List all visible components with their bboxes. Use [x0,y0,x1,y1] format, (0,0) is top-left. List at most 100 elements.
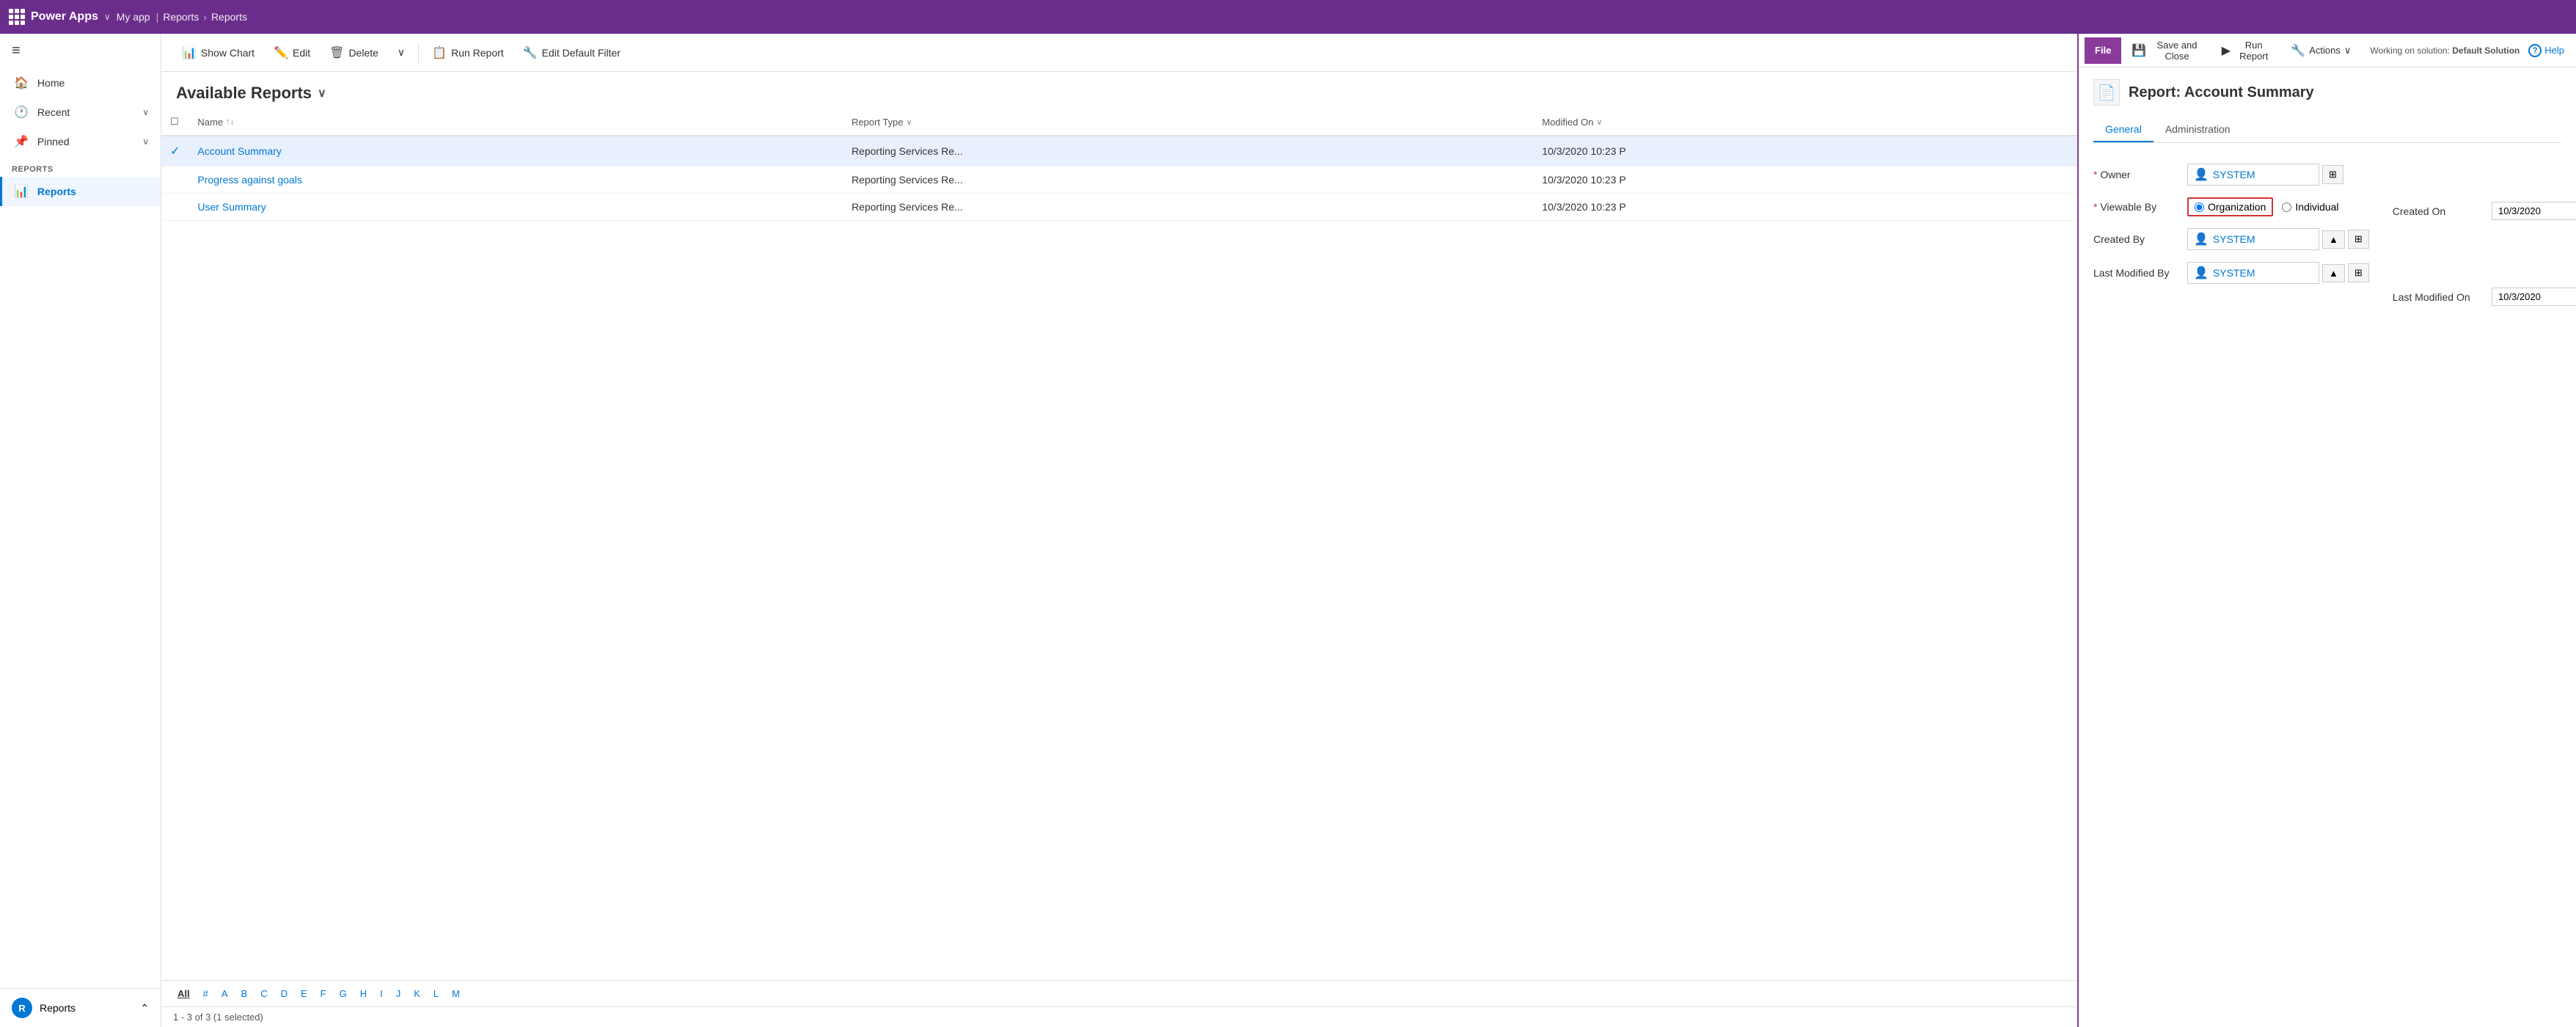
alpha-item-l[interactable]: L [429,987,443,1001]
viewable-by-radio-group: Organization Individual [2187,197,2339,216]
radio-individual[interactable]: Individual [2282,201,2338,213]
apps-icon[interactable] [9,9,25,25]
sidebar-item-home[interactable]: 🏠 Home [0,68,161,98]
row-check[interactable]: ✓ [161,136,189,167]
created-on-date-input[interactable] [2492,202,2576,220]
created-by-lookup[interactable]: 👤 SYSTEM [2187,228,2319,250]
save-close-button[interactable]: 💾 Save and Close [2124,36,2211,65]
col-check: ☐ [161,109,189,136]
report-main-title: Report: Account Summary [2129,84,2314,101]
last-modified-on-date-input[interactable] [2492,288,2576,306]
reports-title-chevron[interactable]: ∨ [318,86,326,100]
breadcrumb-reports-2[interactable]: Reports [211,11,247,23]
reports-title: Available Reports ∨ [176,84,326,103]
col-modified-on[interactable]: Modified On ∨ [1533,109,2077,136]
edit-default-filter-button[interactable]: 🔧 Edit Default Filter [514,41,629,65]
table-row[interactable]: ✓ Account Summary Reporting Services Re.… [161,136,2077,167]
owner-lookup[interactable]: 👤 SYSTEM [2187,164,2319,186]
owner-lookup-button[interactable]: ⊞ [2322,165,2343,184]
alpha-item-a[interactable]: A [217,987,233,1001]
actions-chevron: ∨ [2344,45,2352,56]
tab-general[interactable]: General [2093,117,2154,142]
delete-button[interactable]: 🗑 Delete [321,41,387,65]
right-panel-content: 📄 Report: Account Summary General Admini… [2079,67,2576,1027]
sidebar-item-pinned-label: Pinned [37,136,70,147]
row-name[interactable]: User Summary [189,194,843,221]
reports-table-container: ☐ Name ↑↓ Report Type [161,109,2077,980]
row-modified-on: 10/3/2020 10:23 P [1533,136,2077,167]
tab-administration[interactable]: Administration [2154,117,2242,142]
table-row[interactable]: User Summary Reporting Services Re... 10… [161,194,2077,221]
save-icon: 💾 [2132,43,2146,58]
row-report-type: Reporting Services Re... [843,136,1533,167]
dropdown-button[interactable]: ∨ [389,42,414,63]
right-panel: File 💾 Save and Close ▶ Run Report 🔧 Act… [2077,34,2576,1027]
created-by-lookup-button[interactable]: ⊞ [2348,230,2369,249]
report-name-link[interactable]: User Summary [197,201,266,213]
row-check[interactable] [161,167,189,194]
edit-button[interactable]: ✏️ Edit [265,41,319,65]
last-modified-by-lookup[interactable]: 👤 SYSTEM [2187,262,2319,284]
created-on-field: 📅▼ ▼ [2492,196,2576,226]
created-by-spinner-up[interactable]: ▲ [2322,230,2345,249]
alpha-item-all[interactable]: All [173,987,194,1001]
report-type-sort-icon[interactable]: ∨ [907,117,912,127]
created-by-label: Created By [2093,233,2181,245]
select-all-checkbox[interactable]: ☐ [170,116,179,127]
row-name[interactable]: Progress against goals [189,167,843,194]
alpha-item-g[interactable]: G [335,987,351,1001]
actions-button[interactable]: 🔧 Actions ∨ [2283,40,2358,62]
breadcrumb-reports-1[interactable]: Reports [163,11,199,23]
app-name: Power Apps [31,10,98,23]
reports-header: Available Reports ∨ [161,72,2077,109]
form-area: * Owner 👤 SYSTEM ⊞ [2093,158,2561,318]
col-name[interactable]: Name ↑↓ [189,109,843,136]
my-app-label: My app [117,11,150,23]
file-button[interactable]: File [2085,37,2121,64]
name-sort-icon[interactable]: ↑↓ [226,117,234,126]
alpha-bar: All # ABCDEFGHIJKLM [161,980,2077,1006]
last-modified-by-spinner-up[interactable]: ▲ [2322,264,2345,282]
row-check[interactable] [161,194,189,221]
show-chart-button[interactable]: 📊 Show Chart [173,41,263,65]
alpha-item-b[interactable]: B [237,987,252,1001]
sidebar-item-home-label: Home [37,77,65,89]
alpha-item-h[interactable]: H [356,987,371,1001]
col-report-type[interactable]: Report Type ∨ [843,109,1533,136]
recent-icon: 🕐 [14,105,29,120]
created-by-field: 👤 SYSTEM ▲ ⊞ [2187,228,2369,250]
alpha-item-e[interactable]: E [296,987,312,1001]
alpha-item-i[interactable]: I [376,987,387,1001]
last-modified-by-lookup-button[interactable]: ⊞ [2348,263,2369,282]
sidebar-bottom-label: Reports [40,1002,76,1014]
right-run-report-button[interactable]: ▶ Run Report [2214,36,2281,65]
row-name[interactable]: Account Summary [189,136,843,167]
alpha-item-d[interactable]: D [277,987,292,1001]
tabs-row: General Administration [2093,117,2561,143]
report-name-link[interactable]: Account Summary [197,145,281,157]
sidebar-item-pinned[interactable]: 📌 Pinned ∨ [0,127,161,156]
alpha-item-j[interactable]: J [392,987,406,1001]
app-chevron[interactable]: ∨ [104,12,111,22]
right-run-icon: ▶ [2222,43,2231,58]
modified-on-sort-icon[interactable]: ∨ [1596,117,1602,127]
sidebar-bottom-reports[interactable]: R Reports ⌃ [0,988,161,1027]
hamburger-icon[interactable]: ≡ [0,34,161,68]
sidebar-bottom-chevron: ⌃ [140,1002,149,1015]
alpha-item-k[interactable]: K [409,987,425,1001]
alpha-item-f[interactable]: F [316,987,331,1001]
sidebar-item-recent[interactable]: 🕐 Recent ∨ [0,98,161,127]
breadcrumb: | Reports › Reports [156,11,247,23]
help-button[interactable]: ? Help [2522,40,2570,61]
run-report-button[interactable]: 📋 Run Report [423,41,513,65]
alpha-item-m[interactable]: M [447,987,464,1001]
table-row[interactable]: Progress against goals Reporting Service… [161,167,2077,194]
last-modified-by-field: 👤 SYSTEM ▲ ⊞ [2187,262,2369,284]
radio-organization[interactable]: Organization [2187,197,2273,216]
alpha-item-#[interactable]: # [199,987,213,1001]
status-text: 1 - 3 of 3 (1 selected) [173,1012,263,1023]
alpha-item-c[interactable]: C [256,987,271,1001]
sidebar-item-recent-label: Recent [37,106,70,118]
sidebar-item-reports[interactable]: 📊 Reports [0,177,161,206]
report-name-link[interactable]: Progress against goals [197,174,301,186]
